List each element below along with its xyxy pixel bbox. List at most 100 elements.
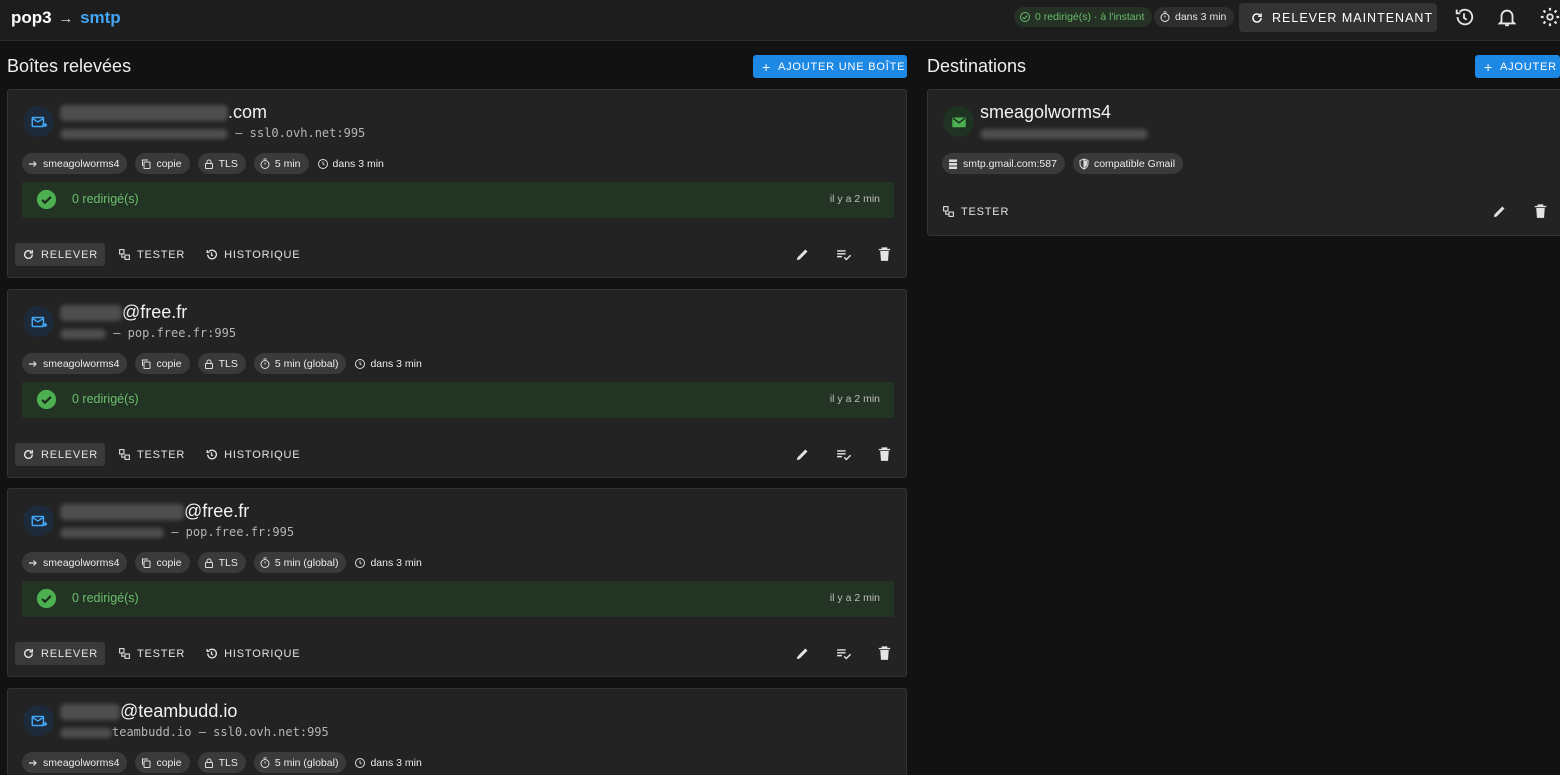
redacted-address	[60, 105, 228, 122]
delete-button[interactable]	[876, 645, 895, 664]
edit-button[interactable]	[794, 246, 813, 265]
toggle-list-button[interactable]	[835, 246, 854, 265]
destination-email	[980, 126, 1148, 140]
security-chip-label: TLS	[218, 357, 238, 370]
add-box-button[interactable]: + AJOUTER UNE BOÎTE	[753, 55, 907, 78]
pencil-icon	[796, 449, 808, 461]
tester-button[interactable]: TESTER	[111, 243, 192, 266]
security-chip: TLS	[197, 353, 246, 374]
plus-icon: +	[762, 58, 771, 75]
relever-button[interactable]: RELEVER	[15, 642, 105, 665]
history-icon	[206, 249, 218, 260]
security-chip-label: TLS	[218, 756, 238, 769]
security-chip: TLS	[197, 552, 246, 573]
history-icon	[206, 648, 218, 659]
toggle-list-button[interactable]	[835, 446, 854, 465]
copy-icon	[142, 159, 151, 169]
historique-button[interactable]: HISTORIQUE	[198, 443, 307, 466]
network-test-icon	[119, 648, 130, 659]
box-server-text: — pop.free.fr:995	[171, 525, 295, 539]
plus-icon: +	[1484, 58, 1493, 75]
historique-label: HISTORIQUE	[224, 647, 301, 660]
forward-icon	[29, 759, 37, 766]
security-chip-label: TLS	[218, 157, 238, 170]
box-title: @free.fr	[60, 302, 187, 323]
settings-button[interactable]	[1539, 6, 1560, 28]
history-button[interactable]	[1453, 6, 1475, 28]
relever-now-button[interactable]: RELEVER MAINTENANT	[1239, 3, 1437, 32]
tester-label: TESTER	[136, 248, 186, 261]
destination-chip-label: smeagolworms4	[43, 357, 120, 370]
timer-icon	[260, 158, 270, 169]
delete-button[interactable]	[876, 446, 895, 465]
mode-chip: copie	[135, 153, 190, 174]
historique-label: HISTORIQUE	[224, 248, 301, 261]
next-run-chip: dans 3 min	[354, 353, 429, 374]
interval-chip-label: 5 min (global)	[274, 756, 339, 769]
destination-card: smeagolworms4 smtp.gmail.com:587 compati…	[927, 89, 1560, 236]
interval-chip: 5 min (global)	[253, 353, 347, 374]
box-status: 0 redirigé(s) il y a 2 min	[22, 382, 894, 418]
box-server: — pop.free.fr:995	[60, 525, 294, 539]
destinations-section-title: Destinations	[927, 56, 1027, 76]
playlist-check-icon	[837, 450, 852, 461]
trash-icon	[878, 247, 891, 261]
next-run-badge: dans 3 min	[1154, 7, 1235, 27]
historique-button[interactable]: HISTORIQUE	[198, 243, 307, 266]
destination-chip: smeagolworms4	[22, 552, 128, 573]
tester-button[interactable]: TESTER	[111, 642, 192, 665]
gmail-icon	[943, 106, 974, 137]
copy-icon	[142, 558, 151, 568]
next-run-chip-label: dans 3 min	[370, 756, 422, 769]
toggle-list-button[interactable]	[835, 645, 854, 664]
clock-icon	[355, 557, 366, 568]
next-run-chip: dans 3 min	[317, 153, 392, 174]
timer-icon	[1160, 11, 1170, 22]
next-run-chip: dans 3 min	[354, 552, 429, 573]
timer-icon	[260, 757, 270, 768]
compat-label: compatible Gmail	[1093, 157, 1176, 170]
lock-icon	[204, 558, 213, 568]
network-test-icon	[119, 249, 130, 260]
destination-delete-button[interactable]	[1532, 203, 1551, 222]
security-chip: TLS	[197, 153, 246, 174]
status-time: il y a 2 min	[829, 193, 880, 205]
add-destination-button[interactable]: + AJOUTER	[1475, 55, 1560, 78]
tester-button[interactable]: TESTER	[111, 443, 192, 466]
status-count: 0 redirigé(s)	[72, 591, 139, 605]
historique-button[interactable]: HISTORIQUE	[198, 642, 307, 665]
pencil-icon	[796, 648, 808, 660]
destination-tester-label: TESTER	[961, 205, 1010, 218]
compat-chip: compatible Gmail	[1072, 153, 1184, 174]
destination-name: smeagolworms4	[980, 102, 1112, 122]
clock-icon	[355, 358, 366, 369]
mode-chip-label: copie	[156, 756, 182, 769]
bell-icon	[1497, 9, 1517, 27]
box-server-text: — ssl0.ovh.net:995	[235, 126, 366, 140]
pencil-icon	[796, 249, 808, 261]
box-card: @teambudd.io teambudd.io — ssl0.ovh.net:…	[7, 688, 907, 775]
destination-tester-button[interactable]: TESTER	[935, 200, 1016, 223]
notifications-button[interactable]	[1496, 6, 1518, 28]
next-run-chip-label: dans 3 min	[370, 357, 422, 370]
box-title: @teambudd.io	[60, 701, 237, 722]
mail-forward-icon	[23, 106, 54, 137]
check-circle-icon	[36, 588, 57, 609]
add-destination-label: AJOUTER	[1499, 60, 1557, 73]
destination-edit-button[interactable]	[1491, 203, 1510, 222]
forward-icon	[29, 559, 37, 566]
mail-forward-icon	[23, 705, 54, 736]
edit-button[interactable]	[794, 446, 813, 465]
delete-button[interactable]	[876, 246, 895, 265]
relever-button[interactable]: RELEVER	[15, 243, 105, 266]
destination-chip-label: smeagolworms4	[43, 756, 120, 769]
brand-to: smtp	[80, 8, 121, 27]
box-server: — ssl0.ovh.net:995	[60, 126, 365, 140]
box-card: @free.fr — pop.free.fr:995 smeagolworms4…	[7, 289, 907, 478]
relever-button[interactable]: RELEVER	[15, 443, 105, 466]
edit-button[interactable]	[794, 645, 813, 664]
pencil-icon	[1493, 206, 1505, 218]
brand-from: pop3	[11, 8, 52, 27]
status-time: il y a 2 min	[829, 393, 880, 405]
lock-icon	[204, 159, 213, 169]
